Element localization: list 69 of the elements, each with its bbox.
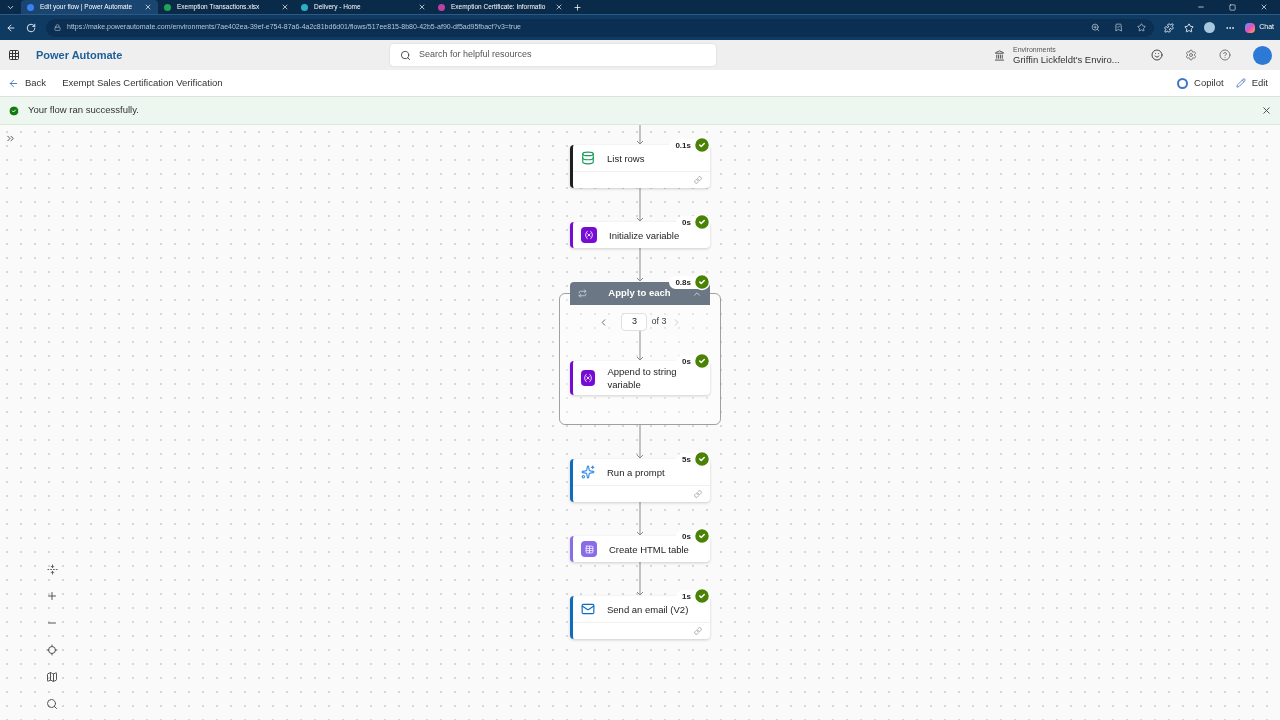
connector-arrow [636,331,644,361]
user-avatar[interactable] [1253,45,1272,65]
maximize-icon[interactable] [1229,3,1236,11]
connector-arrow [636,125,644,145]
settings-icon[interactable] [1185,49,1197,61]
pencil-icon [1235,78,1246,88]
action-title: Send an email (V2) [607,602,689,616]
extensions-icon[interactable] [1164,22,1175,33]
sparkle-icon [581,465,595,479]
connector-arrow [636,248,644,282]
minimap-icon[interactable] [46,671,58,683]
close-tab-icon[interactable] [555,3,563,11]
variable-icon [581,227,597,243]
action-title: Run a prompt [607,465,665,479]
fit-view-icon[interactable] [46,564,58,575]
copilot-button[interactable]: Copilot [1177,75,1224,91]
connector-arrow [636,188,644,222]
connector-arrow [636,502,644,536]
back-arrow-icon [8,77,19,89]
browser-back-icon[interactable] [6,22,16,33]
back-button[interactable]: Back [8,75,47,91]
page-total: of 3 [651,315,667,329]
favorites-icon[interactable] [1184,22,1195,33]
app-launcher-icon[interactable] [8,49,20,61]
loop-icon [578,289,587,298]
page-field[interactable]: 3 [621,313,648,331]
favorite-icon[interactable] [1137,23,1147,32]
action-title: Initialize variable [609,228,680,242]
search-icon[interactable] [46,698,58,710]
help-icon[interactable] [1219,49,1231,61]
flow-title: Exempt Sales Certification Verification [62,75,223,90]
close-tab-icon[interactable] [144,3,152,11]
feedback-icon[interactable] [1151,49,1163,61]
variable-icon [581,370,596,386]
table-icon [581,541,597,557]
environment-name[interactable]: Griffin Lickfeldt's Enviro... [1013,55,1143,65]
connector-arrow [636,425,644,459]
action-title: Create HTML table [609,542,689,556]
close-window-icon[interactable] [1260,3,1268,11]
connector-arrow [636,562,644,596]
zoom-in-icon[interactable] [46,590,58,602]
link-icon [694,490,702,498]
lock-icon [54,24,61,31]
link-icon [694,176,702,184]
link-icon [694,627,702,635]
new-tab-icon[interactable] [573,2,582,12]
zoom-icon[interactable] [1091,23,1101,32]
database-icon [581,151,595,165]
edit-button[interactable]: Edit [1235,75,1268,91]
success-icon [8,104,20,117]
reading-view-icon[interactable] [1114,23,1124,32]
action-title: Append to string variable [607,365,678,391]
profile-avatar[interactable] [1204,22,1216,33]
mail-icon [581,602,595,616]
banner-message: Your flow ran successfully. [28,103,140,118]
environment-icon [994,49,1005,61]
dismiss-icon[interactable] [1261,105,1272,116]
close-tab-icon[interactable] [418,3,426,11]
loop-title: Apply to each [607,286,672,301]
expand-panel-icon[interactable] [5,133,16,144]
close-tab-icon[interactable] [281,3,289,11]
action-title: List rows [607,151,645,165]
refresh-icon[interactable] [26,22,36,33]
minimize-icon[interactable] [1197,3,1205,11]
search-icon [400,49,411,61]
search-field[interactable]: Search for helpful resources [390,44,716,66]
center-icon[interactable] [46,644,58,656]
chat-logo-icon [1245,22,1256,33]
app-name: Power Automate [36,47,124,63]
